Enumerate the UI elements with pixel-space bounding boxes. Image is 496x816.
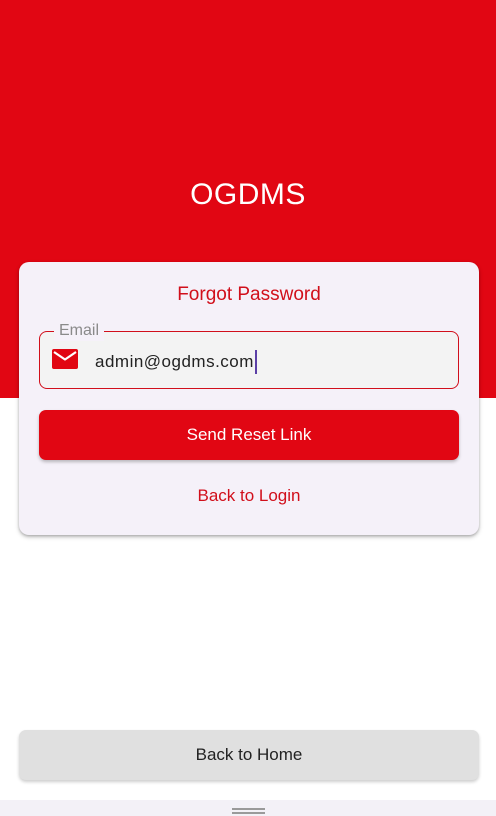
send-reset-link-button[interactable]: Send Reset Link (39, 410, 459, 460)
navigation-bar (0, 800, 496, 816)
app-title: OGDMS (190, 178, 306, 211)
email-input[interactable]: admin@ogdms.com (95, 350, 257, 374)
email-field-label: Email (54, 321, 105, 341)
back-to-login-link[interactable]: Back to Login (19, 486, 479, 506)
back-to-home-button[interactable]: Back to Home (19, 730, 479, 780)
text-caret (254, 350, 257, 374)
forgot-password-card: Forgot Password Email admin@ogdms.com Se… (19, 262, 479, 535)
email-field[interactable]: Email admin@ogdms.com (39, 321, 459, 389)
mail-icon (52, 349, 78, 369)
email-input-value: admin@ogdms.com (95, 352, 254, 371)
card-title: Forgot Password (177, 284, 321, 305)
drag-handle-icon[interactable] (232, 808, 265, 814)
